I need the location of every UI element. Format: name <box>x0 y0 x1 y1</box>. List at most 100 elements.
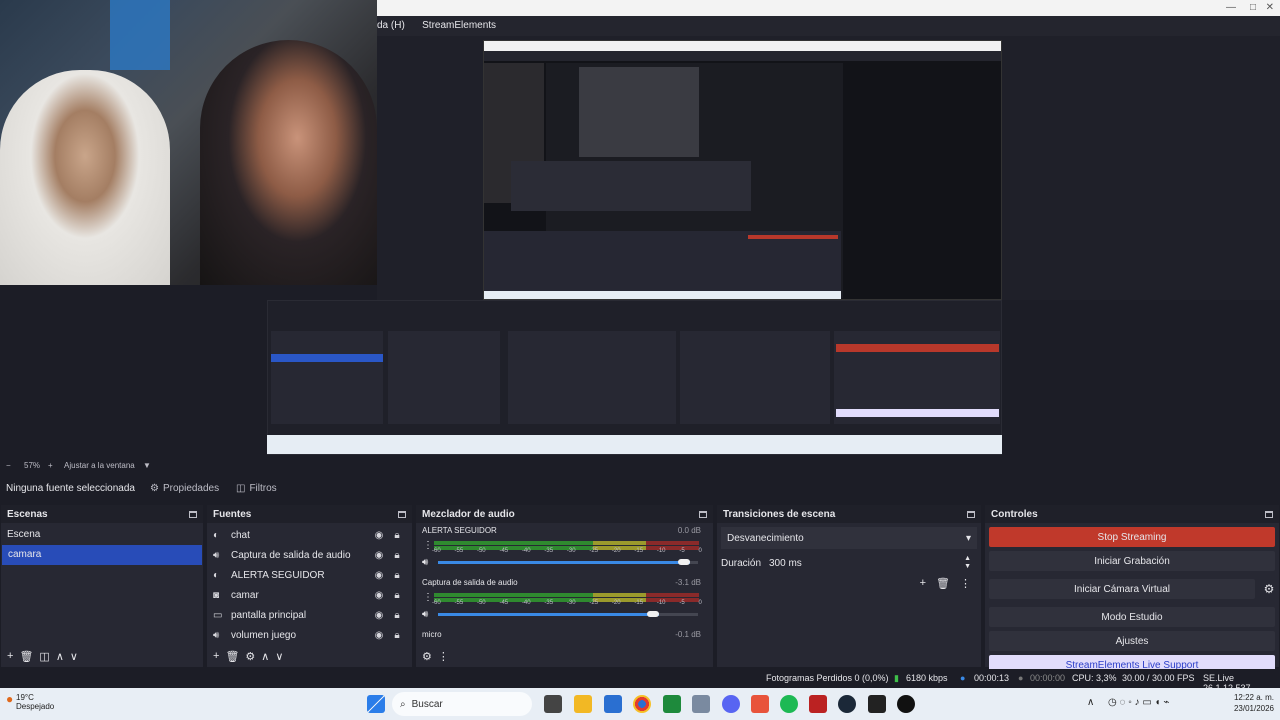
zoom-out-button[interactable]: − <box>6 461 11 470</box>
kebab-menu-icon[interactable]: ⋮ <box>438 650 449 663</box>
chevron-up-icon[interactable]: ∧ <box>1087 697 1094 708</box>
undock-icon[interactable] <box>398 510 406 518</box>
kebab-menu-icon[interactable]: ⋮ <box>960 577 971 590</box>
camera-icon: ◙ <box>213 589 220 601</box>
scene-item-escena[interactable]: Escena <box>1 525 203 545</box>
game-icon[interactable] <box>809 695 827 713</box>
mixer-settings-icon[interactable]: ⚙ <box>422 650 432 663</box>
transition-select[interactable]: Desvanecimiento ▾ <box>721 527 977 549</box>
lock-icon[interactable]: 🔒︎ <box>388 530 406 541</box>
source-item[interactable]: ◙ camar ◉ 🔒︎ <box>207 585 412 605</box>
mixer-title: Mezclador de audio <box>422 508 515 520</box>
lock-icon[interactable]: 🔒︎ <box>388 630 406 641</box>
spinner-arrows-icon[interactable]: ▲ ▼ <box>964 555 971 571</box>
lock-icon[interactable]: 🔒︎ <box>388 570 406 581</box>
clock-time: 12:22 a. m. <box>1233 693 1274 702</box>
move-down-icon[interactable]: ∨ <box>70 650 78 663</box>
lock-icon[interactable]: 🔒︎ <box>388 550 406 561</box>
tray-icons[interactable]: ◷ ◌ ◦ ♪ ▭ ◖ ⌁ <box>1108 697 1169 708</box>
speaker-icon[interactable]: 🔊︎ <box>422 609 428 620</box>
file-explorer-icon[interactable] <box>574 695 592 713</box>
source-item[interactable]: 🔊︎ Captura de salida de audio ◉ 🔒︎ <box>207 545 412 565</box>
speaker-icon[interactable]: 🔊︎ <box>422 557 428 568</box>
maximize-icon: □ <box>1249 2 1256 13</box>
meter-tick-label: -50 <box>476 600 486 606</box>
preview-canvas[interactable]: — □ ✕ da (H) StreamElements <box>0 0 1280 458</box>
start-virtual-camera-button[interactable]: Iniciar Cámara Virtual <box>989 579 1255 599</box>
undock-icon[interactable] <box>967 510 975 518</box>
eye-icon[interactable]: ◉ <box>370 530 388 541</box>
volume-slider[interactable] <box>438 561 698 564</box>
streamelements-icon[interactable] <box>751 695 769 713</box>
eye-icon[interactable]: ◉ <box>370 630 388 641</box>
volume-slider-handle[interactable] <box>678 559 691 565</box>
move-up-icon[interactable]: ∧ <box>56 650 64 663</box>
studio-mode-button[interactable]: Modo Estudio <box>989 607 1275 627</box>
meter-tick-label: -20 <box>611 548 621 554</box>
duration-spinbox[interactable]: 300 ms ▲ ▼ <box>763 553 977 573</box>
weather-widget[interactable]: 19°C Despejado <box>16 693 54 711</box>
chrome-icon[interactable] <box>633 695 651 713</box>
start-recording-button[interactable]: Iniciar Grabación <box>989 551 1275 571</box>
excel-icon[interactable] <box>663 695 681 713</box>
gear-icon[interactable]: ⚙ <box>245 650 255 663</box>
level-meter <box>434 593 699 597</box>
source-item[interactable]: ▭ pantalla principal ◉ 🔒︎ <box>207 605 412 625</box>
meter-tick-label: -10 <box>656 600 666 606</box>
taskbar-clock[interactable]: 12:22 a. m. 23/01/2026 <box>1234 692 1274 714</box>
gear-icon[interactable]: ⚙ <box>1259 582 1279 596</box>
eye-icon[interactable]: ◉ <box>370 550 388 561</box>
trash-icon[interactable]: 🗑 <box>936 577 950 590</box>
stop-streaming-button[interactable]: Stop Streaming <box>989 527 1275 547</box>
eye-icon[interactable]: ◉ <box>370 610 388 621</box>
source-item[interactable]: ◐ chat ◉ 🔒︎ <box>207 525 412 545</box>
audio-mixer-dock: Mezclador de audio ALERTA SEGUIDOR 0.0 d… <box>416 505 713 667</box>
transitions-dock-title: Transiciones de escena <box>717 505 981 523</box>
undock-icon[interactable] <box>699 510 707 518</box>
steam-icon[interactable] <box>838 695 856 713</box>
settings-icon[interactable] <box>692 695 710 713</box>
stream-icon: ● <box>960 673 966 683</box>
trash-icon[interactable]: 🗑 <box>19 650 33 663</box>
duration-label: Duración <box>721 557 762 569</box>
fps: 30.00 / 30.00 FPS <box>1122 673 1195 683</box>
meter-tick-label: -15 <box>634 548 644 554</box>
scene-item-camara[interactable]: camara <box>2 545 202 565</box>
lock-icon[interactable]: 🔒︎ <box>388 590 406 601</box>
record-icon: ● <box>1018 673 1024 683</box>
windows-start-icon[interactable] <box>367 695 385 713</box>
source-label: ALERTA SEGUIDOR <box>231 569 325 581</box>
properties-button[interactable]: ⚙ Propiedades <box>150 480 219 496</box>
source-item[interactable]: 🔊︎ volumen juego ◉ 🔒︎ <box>207 625 412 645</box>
settings-button[interactable]: Ajustes <box>989 631 1275 651</box>
trash-icon[interactable]: 🗑 <box>225 650 239 663</box>
undock-icon[interactable] <box>1265 510 1273 518</box>
lock-icon[interactable]: 🔒︎ <box>388 610 406 621</box>
eye-icon[interactable]: ◉ <box>370 590 388 601</box>
add-transition-button[interactable]: + <box>920 577 926 590</box>
task-view-icon[interactable] <box>544 695 562 713</box>
taskbar-search[interactable]: ⌕ Buscar <box>392 692 532 716</box>
source-item[interactable]: ◐ ALERTA SEGUIDOR ◉ 🔒︎ <box>207 565 412 585</box>
obs-icon[interactable] <box>897 695 915 713</box>
move-down-icon[interactable]: ∨ <box>275 650 283 663</box>
add-scene-button[interactable]: + <box>7 650 13 662</box>
volume-slider-handle[interactable] <box>647 611 659 617</box>
move-up-icon[interactable]: ∧ <box>261 650 269 663</box>
filter-icon: ◫ <box>236 482 246 494</box>
mirrored-menubar: da (H) StreamElements <box>377 16 1280 36</box>
fit-to-window-dropdown[interactable]: Ajustar a la ventana <box>64 461 135 470</box>
meter-tick-label: 0 <box>698 600 702 606</box>
undock-icon[interactable] <box>189 510 197 518</box>
spotify-icon[interactable] <box>780 695 798 713</box>
terminal-icon[interactable] <box>868 695 886 713</box>
store-icon[interactable] <box>604 695 622 713</box>
add-source-button[interactable]: + <box>213 650 219 662</box>
scene-filters-icon[interactable]: ◫ <box>39 650 49 663</box>
zoom-in-button[interactable]: + <box>48 461 53 470</box>
discord-icon[interactable] <box>722 695 740 713</box>
eye-icon[interactable]: ◉ <box>370 570 388 581</box>
volume-slider[interactable] <box>438 613 698 616</box>
chevron-down-icon[interactable]: ▼ <box>143 461 151 470</box>
filters-button[interactable]: ◫ Filtros <box>236 480 277 496</box>
